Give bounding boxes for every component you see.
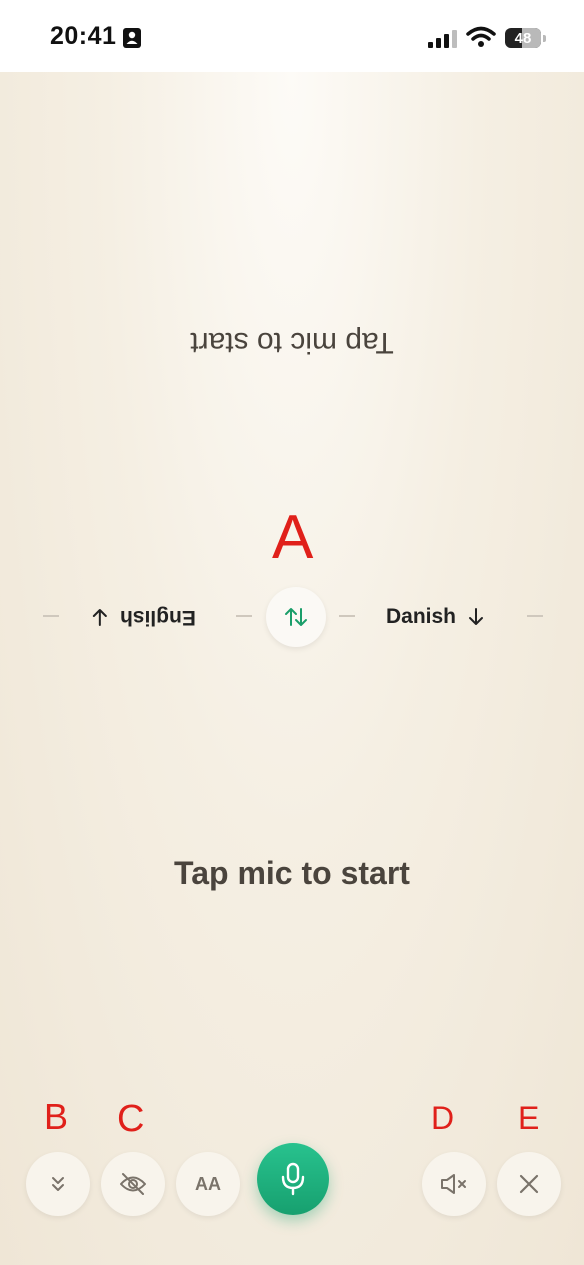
microphone-button[interactable] xyxy=(257,1143,329,1215)
partner-language-selector[interactable]: English xyxy=(92,600,196,634)
close-button[interactable] xyxy=(497,1152,561,1216)
partner-prompt-text: Tap mic to start xyxy=(190,326,394,359)
my-language-selector[interactable]: Danish xyxy=(386,600,484,634)
status-bar: 20:41 48 xyxy=(0,0,584,72)
divider-dash xyxy=(527,615,543,617)
swap-languages-button[interactable] xyxy=(266,587,326,647)
annotation-b: B xyxy=(44,1096,69,1137)
battery-level-text: 48 xyxy=(514,29,532,47)
arrow-down-icon xyxy=(93,609,107,626)
status-time: 20:41 xyxy=(50,22,117,50)
mute-button[interactable] xyxy=(422,1152,486,1216)
partner-language-label: English xyxy=(120,606,196,629)
bottom-toolbar: AA xyxy=(0,1140,584,1230)
annotation-c: C xyxy=(117,1098,145,1140)
battery-tip xyxy=(543,35,546,42)
conversation-screen: Tap mic to start A English Danish Tap mi… xyxy=(0,72,584,1265)
hide-partner-view-button[interactable] xyxy=(101,1152,165,1216)
annotation-e: E xyxy=(518,1100,540,1136)
contact-card-icon xyxy=(123,28,141,48)
volume-mute-icon xyxy=(441,1174,466,1194)
battery-indicator: 48 xyxy=(505,28,541,48)
wifi-icon xyxy=(466,26,496,47)
language-bar: English Danish xyxy=(0,582,584,652)
annotation-a: A xyxy=(272,503,314,572)
text-size-button[interactable]: AA xyxy=(176,1152,240,1216)
divider-dash xyxy=(43,615,59,617)
divider-dash xyxy=(236,615,252,617)
annotation-d: D xyxy=(431,1100,455,1136)
text-size-icon: AA xyxy=(195,1173,221,1194)
close-icon xyxy=(519,1174,539,1194)
arrow-down-icon xyxy=(469,608,484,625)
my-language-label: Danish xyxy=(386,605,457,628)
cellular-signal-icon xyxy=(428,30,457,48)
collapse-button[interactable] xyxy=(26,1152,90,1216)
my-prompt-text: Tap mic to start xyxy=(174,855,410,891)
mic-icon xyxy=(281,1162,305,1196)
chevrons-down-icon xyxy=(52,1177,64,1191)
divider-dash xyxy=(339,615,355,617)
eye-off-icon xyxy=(120,1173,146,1195)
swap-vertical-icon xyxy=(285,608,307,626)
